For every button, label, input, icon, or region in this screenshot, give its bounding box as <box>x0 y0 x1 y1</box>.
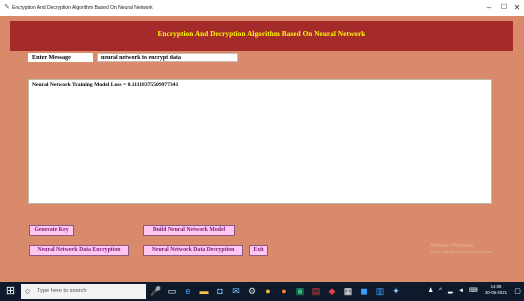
pdf-icon[interactable]: ▤ <box>310 285 322 298</box>
exit-button[interactable]: Exit <box>249 245 268 256</box>
people-icon[interactable]: ♟ <box>428 286 433 297</box>
taskbar-search[interactable]: ○ Type here to search <box>21 284 146 299</box>
photos-icon[interactable]: ▥ <box>374 285 386 298</box>
network-status-icon[interactable]: ▂ <box>448 286 453 297</box>
output-text: Neural Network Training Model Loss = 0.1… <box>32 82 179 88</box>
message-input[interactable] <box>97 53 238 62</box>
app-window: Encryption And Decryption Algorithm Base… <box>0 16 524 281</box>
search-placeholder: Type here to search <box>37 288 87 294</box>
taskbar-clock[interactable]: 14:08 30-06-2021 <box>484 284 508 296</box>
windows-start-icon[interactable]: ⊞ <box>4 285 17 298</box>
app-header: Encryption And Decryption Algorithm Base… <box>10 21 513 51</box>
app-header-title: Encryption And Decryption Algorithm Base… <box>157 30 366 38</box>
settings-icon[interactable]: ⚙ <box>246 285 258 298</box>
network-icon[interactable]: ▦ <box>342 285 354 298</box>
task-view-icon[interactable]: ▭ <box>166 285 178 298</box>
chrome-icon[interactable]: ● <box>262 285 274 298</box>
taskbar: ⊞ ○ Type here to search 🎤 ▭ e ▬ ◘ ✉ ⚙ ● … <box>0 282 524 301</box>
file-explorer-icon[interactable]: ▬ <box>198 285 210 298</box>
activate-windows-watermark: Activate Windows Go to Settings to activ… <box>430 243 493 254</box>
vscode-icon[interactable]: ◼ <box>358 285 370 298</box>
firefox-icon[interactable]: ● <box>278 285 290 298</box>
window-titlebar: ✎ Encryption And Decryption Algorithm Ba… <box>0 0 524 17</box>
language-icon[interactable]: ⌨ <box>469 286 478 297</box>
terminal-icon[interactable]: ▣ <box>294 285 306 298</box>
window-title: Encryption And Decryption Algorithm Base… <box>12 5 153 11</box>
minimize-button[interactable]: – <box>482 2 496 14</box>
search-icon: ○ <box>25 286 31 296</box>
watermark-line2: Go to Settings to activate Windows. <box>430 249 494 254</box>
close-button[interactable]: ✕ <box>510 2 524 14</box>
maximize-button[interactable]: ☐ <box>497 2 511 14</box>
generate-key-button[interactable]: Generate Key <box>29 225 74 236</box>
encryption-button[interactable]: Neural Network Data Encryption <box>29 245 129 256</box>
mic-icon[interactable]: 🎤 <box>150 285 162 298</box>
chevron-up-icon[interactable]: ^ <box>439 286 442 297</box>
build-model-button[interactable]: Build Neural Network Model <box>143 225 235 236</box>
notification-icon[interactable]: ▢ <box>513 286 522 297</box>
bluetooth-icon[interactable]: ✦ <box>390 285 402 298</box>
decryption-button[interactable]: Neural Network Data Decryption <box>143 245 243 256</box>
python-icon[interactable]: ◆ <box>326 285 338 298</box>
edge-icon[interactable]: e <box>182 285 194 298</box>
clock-date: 30-06-2021 <box>485 290 507 295</box>
volume-icon[interactable]: ◄ <box>458 286 464 297</box>
python-feather-icon: ✎ <box>4 4 10 11</box>
enter-message-label: Enter Message <box>28 53 93 62</box>
store-icon[interactable]: ◘ <box>214 285 226 298</box>
output-text-area[interactable]: Neural Network Training Model Loss = 0.1… <box>28 79 492 204</box>
mail-icon[interactable]: ✉ <box>230 285 242 298</box>
